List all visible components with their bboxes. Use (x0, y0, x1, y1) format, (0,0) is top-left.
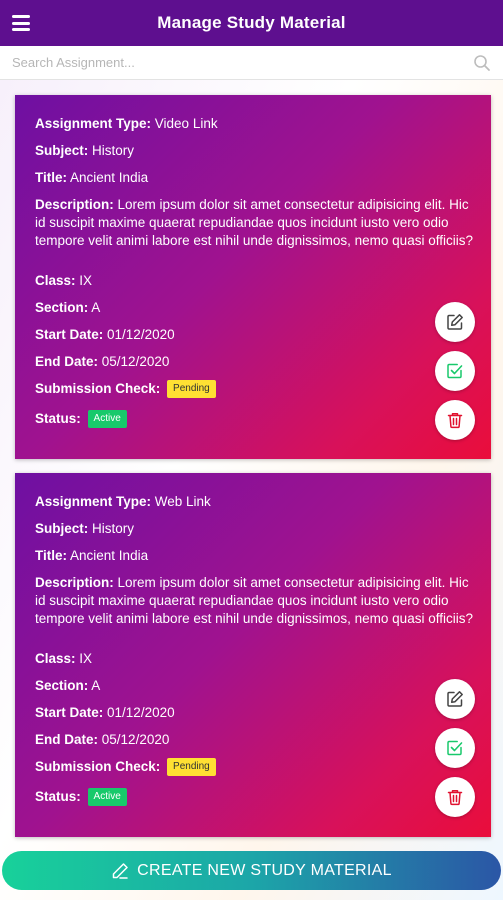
field-label: Subject: (35, 143, 89, 158)
edit-button[interactable] (435, 679, 475, 719)
menu-icon[interactable] (10, 12, 32, 34)
search-input[interactable] (0, 46, 467, 79)
field-label: End Date: (35, 354, 99, 369)
field-value: IX (79, 651, 93, 666)
field-value: 05/12/2020 (101, 354, 170, 369)
field-label: Status: (35, 411, 81, 426)
field-value: Ancient India (70, 170, 149, 185)
page-title: Manage Study Material (157, 13, 346, 32)
field-value: Video Link (154, 116, 218, 131)
field-value: A (91, 300, 101, 315)
status-badge: Active (87, 410, 127, 429)
trash-icon (447, 790, 463, 806)
pending-badge: Pending (167, 758, 216, 777)
field-value: IX (79, 273, 93, 288)
assignment-type-field: Assignment Type: Video Link (35, 115, 218, 133)
edit-button[interactable] (435, 302, 475, 342)
field-value: A (91, 678, 101, 693)
end-date-field: End Date: 05/12/2020 (35, 731, 169, 749)
field-label: Description: (35, 197, 114, 212)
field-label: Description: (35, 575, 114, 590)
subject-field: Subject: History (35, 520, 134, 538)
field-label: Class: (35, 651, 76, 666)
field-label: End Date: (35, 732, 99, 747)
class-field: Class: IX (35, 650, 92, 668)
description-field: Description: Lorem ipsum dolor sit amet … (35, 574, 475, 628)
field-value: 05/12/2020 (101, 732, 170, 747)
app-bar: Manage Study Material (0, 0, 503, 46)
field-label: Subject: (35, 521, 89, 536)
status-field: Status: Active (35, 410, 127, 429)
edit-icon (447, 314, 463, 330)
field-label: Start Date: (35, 327, 104, 342)
approve-button[interactable] (435, 728, 475, 768)
field-value: History (92, 521, 135, 536)
pencil-icon (111, 862, 129, 880)
submission-check-field: Submission Check: Pending (35, 758, 216, 777)
field-label: Section: (35, 300, 89, 315)
approve-button[interactable] (435, 351, 475, 391)
assignment-type-field: Assignment Type: Web Link (35, 493, 211, 511)
description-field: Description: Lorem ipsum dolor sit amet … (35, 196, 475, 250)
study-material-card: Assignment Type: Web Link Subject: Histo… (15, 473, 491, 837)
field-value: History (92, 143, 135, 158)
field-label: Class: (35, 273, 76, 288)
field-label: Section: (35, 678, 89, 693)
trash-icon (447, 413, 463, 429)
field-value: Web Link (154, 494, 211, 509)
field-value: Ancient India (70, 548, 149, 563)
section-field: Section: A (35, 677, 100, 695)
field-label: Title: (35, 548, 68, 563)
field-label: Start Date: (35, 705, 104, 720)
create-button-label: CREATE NEW STUDY MATERIAL (137, 861, 392, 879)
status-field: Status: Active (35, 788, 127, 807)
delete-button[interactable] (435, 777, 475, 817)
start-date-field: Start Date: 01/12/2020 (35, 326, 175, 344)
field-label: Title: (35, 170, 68, 185)
end-date-field: End Date: 05/12/2020 (35, 353, 169, 371)
title-field: Title: Ancient India (35, 169, 148, 187)
field-label: Submission Check: (35, 759, 161, 774)
subject-field: Subject: History (35, 142, 134, 160)
delete-button[interactable] (435, 400, 475, 440)
check-square-icon (447, 363, 463, 379)
field-label: Status: (35, 789, 81, 804)
field-value: 01/12/2020 (107, 705, 175, 720)
check-square-icon (447, 740, 463, 756)
search-icon[interactable] (467, 48, 497, 78)
create-study-material-button[interactable]: CREATE NEW STUDY MATERIAL (2, 851, 501, 890)
field-label: Submission Check: (35, 381, 161, 396)
status-badge: Active (87, 788, 127, 807)
edit-icon (447, 691, 463, 707)
submission-check-field: Submission Check: Pending (35, 380, 216, 399)
title-field: Title: Ancient India (35, 547, 148, 565)
section-field: Section: A (35, 299, 100, 317)
class-field: Class: IX (35, 272, 92, 290)
search-bar (0, 46, 503, 80)
study-material-card: Assignment Type: Video Link Subject: His… (15, 95, 491, 459)
field-value: 01/12/2020 (107, 327, 175, 342)
pending-badge: Pending (167, 380, 216, 399)
field-label: Assignment Type: (35, 116, 152, 131)
field-label: Assignment Type: (35, 494, 152, 509)
start-date-field: Start Date: 01/12/2020 (35, 704, 175, 722)
